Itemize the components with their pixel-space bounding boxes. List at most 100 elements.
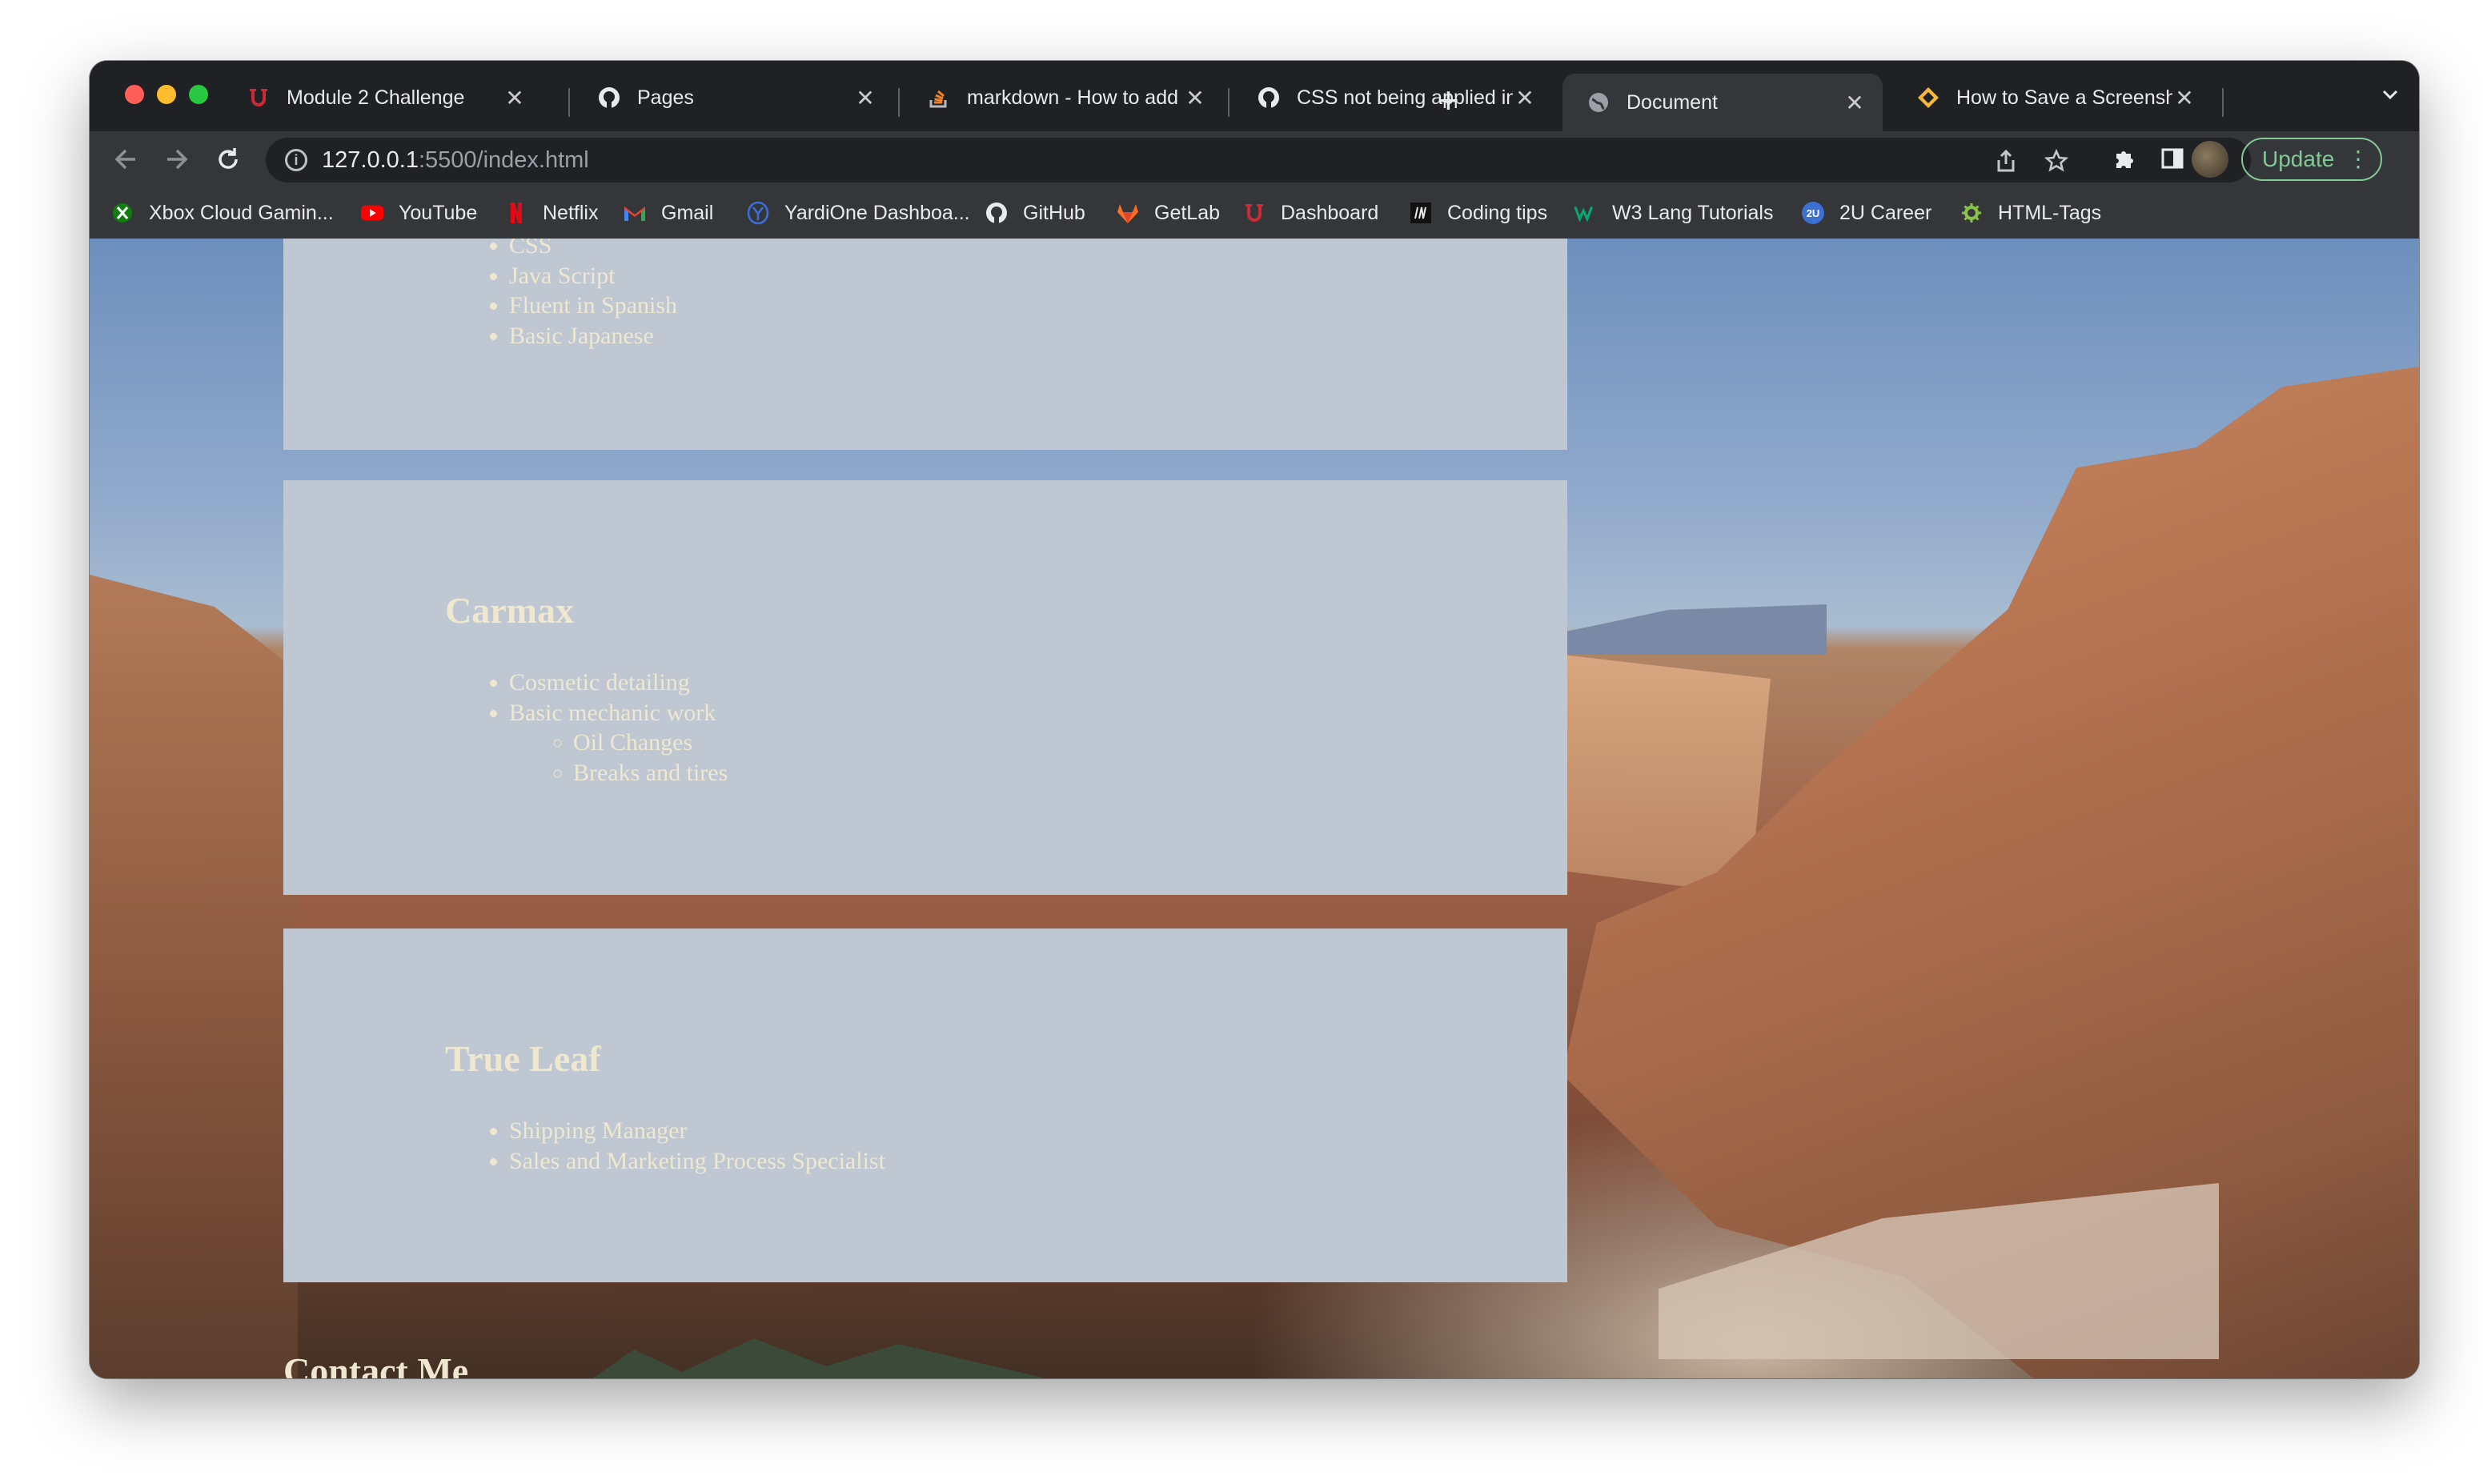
tab-title: Module 2 Challenge — [287, 86, 465, 109]
bookmark-html-tags[interactable]: HTML-Tags — [1960, 199, 2101, 227]
bookmark-label: Gmail — [661, 201, 714, 224]
tab-divider — [898, 88, 900, 117]
update-button[interactable]: Update ⋮ — [2241, 138, 2382, 181]
gear-icon — [1960, 201, 1984, 225]
utah-u-icon — [1242, 201, 1266, 225]
close-tab-icon[interactable]: ✕ — [2172, 85, 2196, 111]
bookmark-dashboard[interactable]: Dashboard — [1242, 199, 1378, 227]
bookmarks-bar: Xbox Cloud Gamin... YouTube Netflix Gmai… — [90, 187, 2419, 239]
bookmark-label: HTML-Tags — [1998, 201, 2102, 224]
bookmark-gmail[interactable]: Gmail — [623, 199, 713, 227]
bookmark-github[interactable]: GitHub — [985, 199, 1085, 227]
github-icon — [1257, 86, 1281, 110]
tab-css-not-applied[interactable]: CSS not being applied in ✕ — [1233, 74, 1553, 122]
update-label: Update — [2262, 146, 2335, 171]
list-item: CSS — [509, 239, 677, 261]
background-cliff — [90, 575, 298, 1378]
reload-icon[interactable] — [210, 141, 247, 178]
tab-pages[interactable]: Pages ✕ — [573, 74, 893, 122]
close-tab-icon[interactable]: ✕ — [1513, 85, 1537, 111]
back-arrow-icon[interactable] — [107, 141, 144, 178]
bookmark-label: Netflix — [543, 201, 599, 224]
list-item: Fluent in Spanish — [509, 291, 677, 321]
tab-title: Pages — [637, 86, 694, 109]
stackoverflow-icon — [927, 86, 951, 110]
xbox-icon — [110, 201, 134, 225]
yardi-icon — [746, 201, 770, 225]
site-info-icon[interactable]: i — [285, 149, 307, 171]
tab-title: Document — [1627, 90, 1718, 114]
tab-markdown[interactable]: markdown - How to add ✕ — [903, 74, 1223, 122]
tab-search-chevron-icon[interactable] — [2379, 83, 2401, 111]
gitlab-icon — [1116, 201, 1140, 225]
forward-arrow-icon[interactable] — [158, 141, 195, 178]
extensions-puzzle-icon[interactable] — [2112, 146, 2137, 178]
duties-list: Shipping Manager Sales and Marketing Pro… — [445, 1116, 885, 1176]
side-panel-icon[interactable] — [2160, 146, 2185, 178]
skills-card: CSS Java Script Fluent in Spanish Basic … — [283, 239, 1567, 450]
list-item: Basic Japanese — [509, 321, 677, 351]
bookmark-label: YardiOne Dashboa... — [784, 201, 970, 224]
list-item: Sales and Marketing Process Specialist — [509, 1146, 885, 1177]
bookmark-gitlab[interactable]: GetLab — [1116, 199, 1220, 227]
tab-title: How to Save a Screensh — [1956, 86, 2172, 109]
globe-icon — [1586, 90, 1611, 114]
utah-u-icon — [247, 86, 271, 110]
bookmark-yardione[interactable]: YardiOne Dashboa... — [746, 199, 970, 227]
bookmark-youtube[interactable]: YouTube — [360, 199, 477, 227]
job-card-carmax: Carmax Cosmetic detailing Basic mechanic… — [283, 480, 1567, 895]
bookmark-w3[interactable]: W3 Lang Tutorials — [1574, 199, 1774, 227]
new-tab-plus-icon[interactable]: + — [1438, 78, 1459, 122]
2u-icon: 2U — [1801, 201, 1825, 225]
tab-document[interactable]: Document ✕ — [1562, 74, 1883, 131]
bookmark-label: Dashboard — [1281, 201, 1379, 224]
netflix-icon — [504, 201, 528, 225]
bookmark-2u-career[interactable]: 2U 2U Career — [1801, 199, 1931, 227]
url-path: :5500/index.html — [418, 146, 589, 173]
youtube-icon — [360, 201, 384, 225]
profile-avatar[interactable] — [2192, 141, 2228, 178]
job-title: Carmax — [445, 590, 574, 631]
window-close-button[interactable] — [125, 85, 144, 104]
kebab-menu-icon[interactable]: ⋮ — [2347, 146, 2369, 172]
sub-duties-list: Oil Changes Breaks and tires — [509, 728, 728, 788]
close-tab-icon[interactable]: ✕ — [1843, 90, 1867, 116]
browser-window: Module 2 Challenge ✕ Pages ✕ markdown - … — [90, 61, 2419, 1378]
close-tab-icon[interactable]: ✕ — [1183, 85, 1207, 111]
tab-divider — [568, 88, 570, 117]
list-item-text: Basic mechanic work — [509, 699, 716, 726]
diamond-icon — [1916, 86, 1940, 110]
bookmark-xbox[interactable]: Xbox Cloud Gamin... — [110, 199, 334, 227]
w3-icon — [1574, 201, 1598, 225]
bookmark-label: Xbox Cloud Gamin... — [149, 201, 334, 224]
tab-save-screenshot[interactable]: How to Save a Screensh ✕ — [1892, 74, 2212, 122]
skills-list: CSS Java Script Fluent in Spanish Basic … — [445, 239, 677, 351]
tab-divider — [1228, 88, 1229, 117]
svg-text:2U: 2U — [1807, 207, 1820, 219]
bookmark-netflix[interactable]: Netflix — [504, 199, 598, 227]
close-tab-icon[interactable]: ✕ — [853, 85, 877, 111]
bookmark-label: W3 Lang Tutorials — [1612, 201, 1774, 224]
address-bar[interactable]: i 127.0.0.1:5500/index.html — [266, 138, 2251, 182]
gmail-icon — [623, 201, 647, 225]
share-icon[interactable] — [1995, 149, 2017, 179]
tab-module-2-challenge[interactable]: Module 2 Challenge ✕ — [223, 74, 543, 122]
medium-icon — [1409, 201, 1433, 225]
list-item: Breaks and tires — [573, 758, 728, 788]
tab-strip: Module 2 Challenge ✕ Pages ✕ markdown - … — [90, 61, 2419, 131]
bookmark-label: GetLab — [1154, 201, 1221, 224]
url-text: 127.0.0.1:5500/index.html — [322, 147, 589, 174]
close-tab-icon[interactable]: ✕ — [503, 85, 527, 111]
list-item: Basic mechanic work Oil Changes Breaks a… — [509, 698, 728, 788]
page-viewport[interactable]: CSS Java Script Fluent in Spanish Basic … — [90, 239, 2419, 1378]
browser-toolbar: i 127.0.0.1:5500/index.html Update ⋮ — [90, 131, 2419, 187]
background-mesa — [1562, 604, 1827, 655]
window-minimize-button[interactable] — [157, 85, 176, 104]
window-maximize-button[interactable] — [189, 85, 208, 104]
bookmark-star-icon[interactable] — [2044, 148, 2069, 179]
bookmark-label: YouTube — [399, 201, 478, 224]
background-trees — [586, 1338, 1066, 1378]
list-item: Oil Changes — [573, 728, 728, 758]
tab-title: markdown - How to add — [967, 86, 1179, 109]
bookmark-coding-tips[interactable]: Coding tips — [1409, 199, 1547, 227]
